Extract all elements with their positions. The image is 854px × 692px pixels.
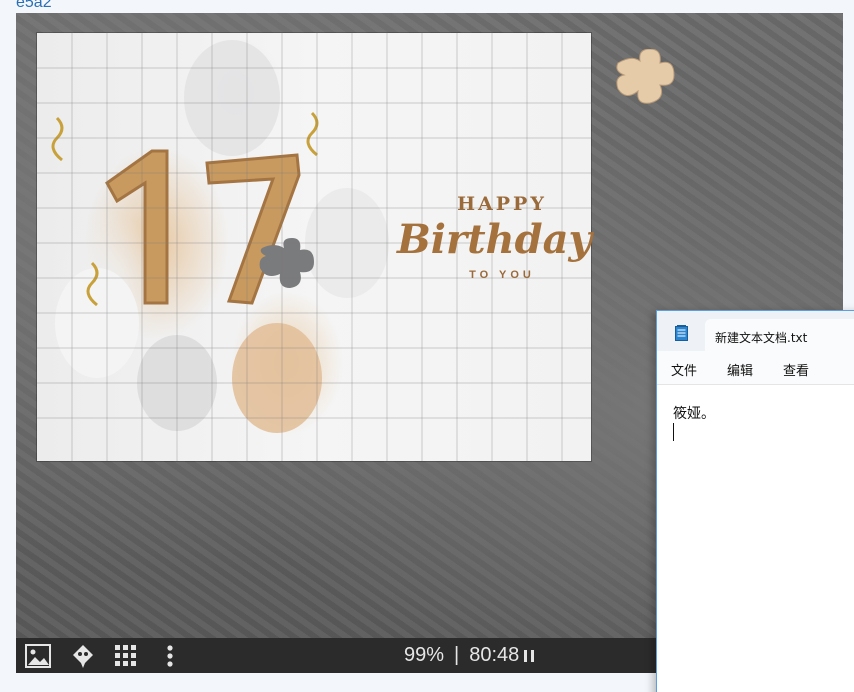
art-happy-text: HAPPY	[457, 193, 547, 215]
notepad-window: 新建文本文档.txt 文件 编辑 查看 筱娅。	[656, 310, 854, 692]
game-toolbar: 99% | 80:48	[16, 638, 658, 673]
art-toyou-text: TO YOU	[469, 269, 535, 281]
pause-icon[interactable]	[524, 649, 535, 662]
menu-view[interactable]: 查看	[783, 360, 809, 379]
loose-puzzle-piece[interactable]	[612, 49, 676, 113]
art-birthday-text: Birthday	[397, 216, 592, 263]
game-status: 99% | 80:48	[404, 644, 535, 667]
ghost-icon[interactable]	[69, 642, 97, 670]
notepad-icon	[675, 325, 688, 341]
puzzle-image[interactable]: HAPPY Birthday TO YOU	[37, 33, 592, 461]
notepad-text-area[interactable]: 筱娅。	[657, 385, 854, 441]
notepad-titlebar[interactable]: 新建文本文档.txt	[657, 311, 854, 351]
menu-edit[interactable]: 编辑	[727, 360, 753, 379]
timer: 80:48	[469, 644, 520, 666]
notepad-text: 筱娅。	[673, 406, 715, 422]
notepad-menubar: 文件 编辑 查看	[657, 351, 854, 385]
image-icon[interactable]	[24, 642, 52, 670]
more-vertical-icon[interactable]	[156, 642, 184, 670]
status-separator: |	[454, 644, 460, 666]
progress-percent: 99%	[404, 644, 445, 666]
grid-icon[interactable]	[112, 642, 140, 670]
text-caret	[673, 423, 674, 441]
top-link[interactable]: e5a2	[16, 0, 52, 12]
notepad-tab[interactable]: 新建文本文档.txt	[705, 319, 854, 351]
menu-file[interactable]: 文件	[671, 360, 697, 379]
